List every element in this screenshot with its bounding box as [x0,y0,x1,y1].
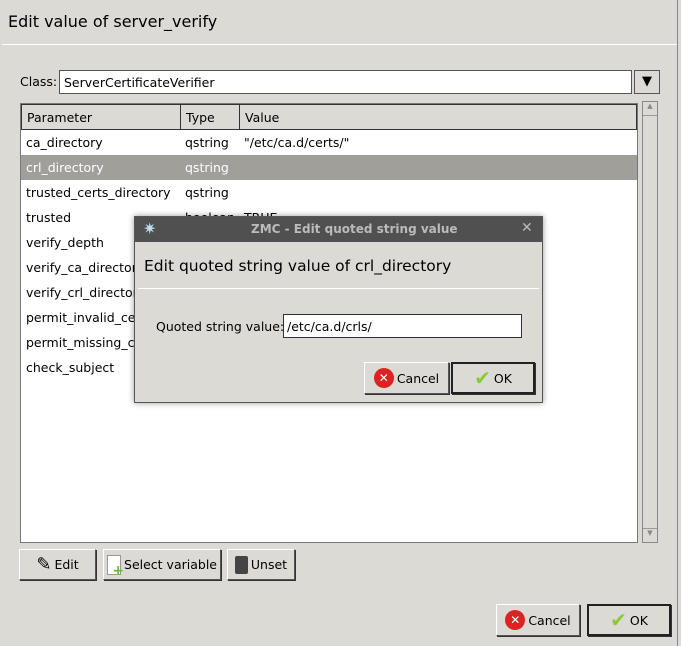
cancel-button[interactable]: ✕ Cancel [496,604,580,636]
cell-parameter: verify_ca_directory [26,260,145,275]
cell-parameter: ca_directory [26,135,103,150]
column-header-value[interactable]: Value [239,104,637,130]
window-title: Edit value of server_verify [8,12,218,31]
edit-button[interactable]: ✎ Edit [19,549,96,580]
cell-parameter: trusted_certs_directory [26,185,171,200]
table-row[interactable]: crl_directory qstring [21,155,637,180]
table-row[interactable]: ca_directory qstring "/etc/ca.d/certs/" [21,130,637,155]
cell-type: qstring [185,135,229,150]
chevron-down-icon[interactable]: ▼ [634,70,660,94]
dialog-title: ZMC - Edit quoted string value [251,222,458,236]
column-header-type[interactable]: Type [180,104,240,130]
pencil-icon: ✎ [36,554,52,575]
scrollbar[interactable]: ▲ ▼ [642,101,658,543]
scroll-down-icon[interactable]: ▼ [643,528,657,542]
ok-button[interactable]: ✔ OK [587,604,671,636]
dialog-heading: Edit quoted string value of crl_director… [144,257,452,275]
dialog-ok-button[interactable]: ✔ OK [451,362,535,394]
cell-parameter: crl_directory [26,160,104,175]
class-label: Class: [20,74,58,89]
cancel-icon: ✕ [505,610,526,630]
dialog-titlebar: ✷ ZMC - Edit quoted string value ✕ [135,217,542,242]
cell-type: qstring [185,160,229,175]
unset-button[interactable]: Unset [227,549,295,580]
add-document-icon: + [107,554,124,578]
scroll-up-icon[interactable]: ▲ [643,102,657,116]
app-logo-icon: ✷ [143,219,157,238]
table-row[interactable]: trusted_certs_directory qstring [21,180,637,205]
checkmark-icon: ✔ [610,608,627,632]
cell-parameter: check_subject [26,360,115,375]
window-edge [677,0,681,646]
divider [2,44,678,45]
checkmark-icon: ✔ [474,366,491,390]
quoted-string-input[interactable]: /etc/ca.d/crls/ [283,314,522,338]
cell-type: qstring [185,185,229,200]
cell-parameter: permit_invalid_cert [26,310,146,325]
trash-icon [234,555,248,574]
cell-parameter: verify_crl_directory [26,285,146,300]
dialog-cancel-button[interactable]: ✕ Cancel [364,362,449,394]
column-header-parameter[interactable]: Parameter [21,104,181,130]
close-icon[interactable]: ✕ [521,220,533,236]
cell-parameter: verify_depth [26,235,104,250]
divider [138,288,539,289]
cancel-icon: ✕ [373,368,394,388]
edit-string-dialog: ✷ ZMC - Edit quoted string value ✕ Edit … [134,216,543,403]
cell-value: "/etc/ca.d/certs/" [244,135,350,150]
field-label: Quoted string value: [156,319,285,334]
cell-parameter: trusted [26,210,72,225]
class-select[interactable]: ServerCertificateVerifier [59,70,632,94]
select-variable-button[interactable]: + Select variable [103,549,221,580]
cell-parameter: permit_missing_crl [26,335,144,350]
